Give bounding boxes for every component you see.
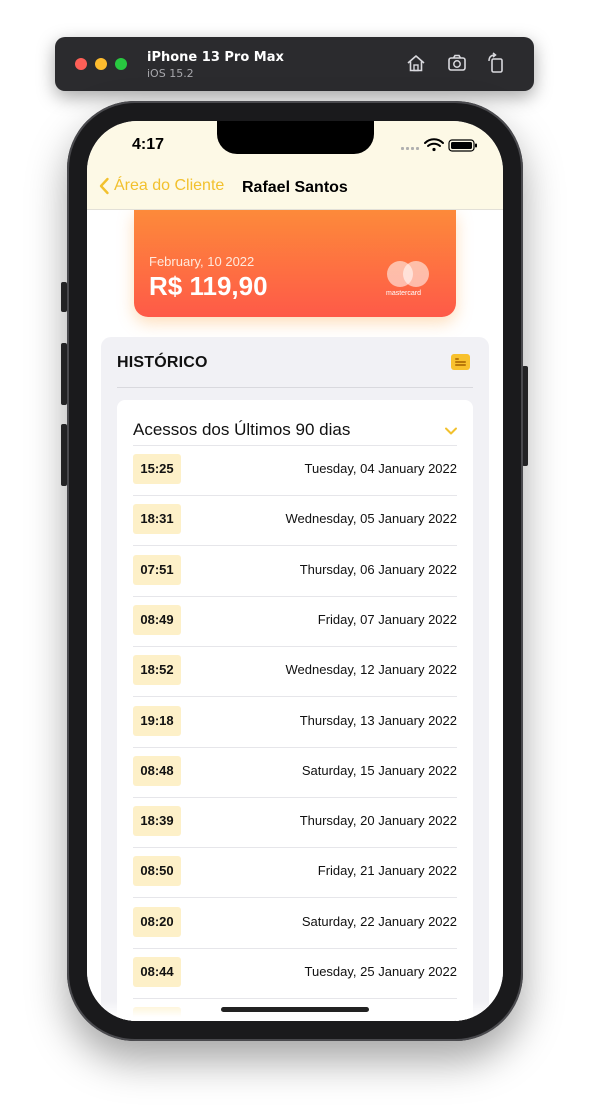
card-amount: R$ 119,90 xyxy=(149,271,268,301)
simulator-title-bar: iPhone 13 Pro Max iOS 15.2 xyxy=(55,37,534,91)
access-time-badge: 15:25 xyxy=(133,454,181,484)
list-item[interactable]: 19:18 Thursday, 13 January 2022 xyxy=(133,698,457,748)
access-time-badge: 08:44 xyxy=(133,957,181,987)
history-panel: HISTÓRICO Acessos dos Últimos 90 dias 15… xyxy=(101,337,489,1021)
period-dropdown-label[interactable]: Acessos dos Últimos 90 dias xyxy=(133,420,350,440)
access-date: Wednesday, 12 January 2022 xyxy=(285,662,457,678)
list-item[interactable]: 15:25 Tuesday, 04 January 2022 xyxy=(133,446,457,496)
list-icon[interactable] xyxy=(451,354,470,370)
access-time-badge: 08:50 xyxy=(133,856,181,887)
back-button[interactable]: Área do Cliente xyxy=(98,177,224,195)
back-button-label: Área do Cliente xyxy=(114,177,225,194)
access-time-badge: 18:52 xyxy=(133,655,181,686)
zoom-window-button[interactable] xyxy=(115,58,127,70)
wifi-icon xyxy=(424,138,444,152)
access-list: Acessos dos Últimos 90 dias 15:25 Tuesday… xyxy=(117,400,473,1021)
phone-screen: 4:17 Área do Cliente Rafael Santos Febru… xyxy=(87,121,503,1021)
simulator-stage: iPhone 13 Pro Max iOS 15.2 4:17 Área do … xyxy=(0,0,589,1117)
access-time-badge: 08:20 xyxy=(133,906,181,937)
list-item[interactable]: 18:39 Thursday, 20 January 2022 xyxy=(133,798,457,849)
divider xyxy=(117,387,473,388)
access-time-badge: 08:48 xyxy=(133,755,181,786)
os-version: iOS 15.2 xyxy=(147,67,194,80)
card-date: February, 10 2022 xyxy=(149,254,255,269)
scroll-content[interactable]: February, 10 2022 R$ 119,90 mastercard H… xyxy=(87,210,503,1021)
access-time-badge: 08:49 xyxy=(133,604,181,635)
status-icons xyxy=(401,138,477,152)
list-item[interactable]: 08:20 Saturday, 22 January 2022 xyxy=(133,899,457,949)
access-date: Tuesday, 04 January 2022 xyxy=(304,461,458,476)
rotate-icon[interactable] xyxy=(485,52,507,74)
access-date: Thursday, 20 January 2022 xyxy=(299,813,457,829)
home-indicator[interactable] xyxy=(221,1007,369,1012)
access-date: Saturday, 22 January 2022 xyxy=(301,913,457,929)
access-time-badge: 18:31 xyxy=(133,504,181,535)
access-date: Friday, 07 January 2022 xyxy=(317,611,457,627)
list-item[interactable]: 18:31 Wednesday, 05 January 2022 xyxy=(133,496,457,547)
card-brand: mastercard xyxy=(386,290,422,297)
chevron-left-icon xyxy=(99,177,109,195)
access-date: Thursday, 13 January 2022 xyxy=(299,712,457,728)
page-title: Rafael Santos xyxy=(242,179,348,196)
access-time-badge: 18:39 xyxy=(133,806,181,837)
home-icon[interactable] xyxy=(405,52,427,74)
access-date: Friday, 21 January 2022 xyxy=(317,863,457,879)
cellular-signal-icon xyxy=(401,147,419,150)
list-item[interactable]: 18:52 Wednesday, 12 January 2022 xyxy=(133,647,457,698)
list-item[interactable]: 08:49 Friday, 07 January 2022 xyxy=(133,597,457,647)
list-item[interactable]: 08:50 Friday, 21 January 2022 xyxy=(133,848,457,899)
access-time-badge: 19:18 xyxy=(133,705,181,736)
list-item[interactable]: 07:51 Thursday, 06 January 2022 xyxy=(133,547,457,597)
access-date: Wednesday, 05 January 2022 xyxy=(285,511,457,527)
close-window-button[interactable] xyxy=(75,58,87,70)
access-date: Thursday, 06 January 2022 xyxy=(299,561,457,577)
history-title: HISTÓRICO xyxy=(117,354,208,371)
status-time: 4:17 xyxy=(132,136,165,153)
screenshot-icon[interactable] xyxy=(446,52,468,74)
list-item[interactable]: 08:48 Saturday, 15 January 2022 xyxy=(133,748,457,798)
payment-card[interactable]: February, 10 2022 R$ 119,90 mastercard xyxy=(134,210,456,317)
device-name: iPhone 13 Pro Max xyxy=(147,50,284,65)
access-date: Tuesday, 25 January 2022 xyxy=(304,964,458,979)
notch xyxy=(217,121,374,154)
minimize-window-button[interactable] xyxy=(95,58,107,70)
battery-icon xyxy=(448,139,477,152)
access-time-badge: 07:51 xyxy=(133,554,181,585)
list-item[interactable]: 08:44 Tuesday, 25 January 2022 xyxy=(133,949,457,999)
chevron-down-icon[interactable] xyxy=(444,426,458,436)
access-date: Saturday, 15 January 2022 xyxy=(301,762,457,778)
